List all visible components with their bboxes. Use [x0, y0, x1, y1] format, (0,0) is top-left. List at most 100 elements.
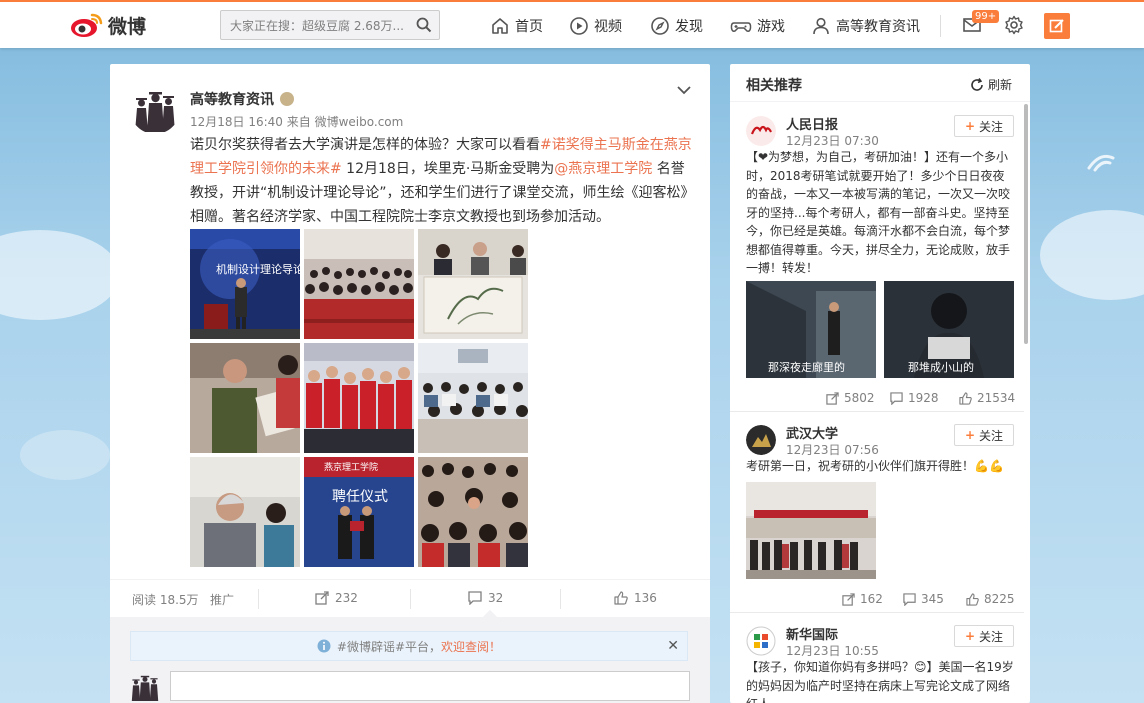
gear-icon	[1005, 15, 1023, 35]
nav-video[interactable]: 视频	[569, 14, 622, 38]
recommendation-name[interactable]: 新华国际	[786, 624, 838, 643]
chevron-down-icon[interactable]	[676, 82, 692, 98]
repost-button[interactable]: 232	[315, 591, 358, 605]
recommendation-avatar[interactable]	[746, 116, 776, 146]
recommendation-name[interactable]: 人民日报	[786, 114, 838, 133]
repost-button[interactable]: 5802	[826, 391, 875, 405]
mention-link[interactable]: @燕京理工学院	[554, 161, 652, 177]
close-icon[interactable]: ✕	[667, 638, 679, 654]
repost-count: 232	[335, 591, 358, 605]
recommendation-stats: 5802 1928 21534	[730, 384, 1024, 414]
logo-text: 微博	[108, 15, 147, 38]
repost-icon	[842, 592, 855, 606]
action-divider	[258, 589, 259, 609]
comment-icon	[468, 591, 482, 605]
comment-count: 1928	[908, 391, 939, 405]
painting-gift-photo	[418, 229, 528, 339]
recommendation-item: 人民日报 12月23日 07:30 + 关注 【❤为梦想，为自己，考研加油！】还有…	[730, 104, 1024, 410]
follow-label: 关注	[979, 629, 1004, 644]
search-box[interactable]: 大家正在搜：超级豆腐 2.68万...	[220, 10, 440, 40]
sidebar-scrollbar[interactable]	[1024, 104, 1028, 344]
follow-button[interactable]: + 关注	[954, 115, 1014, 137]
post-photo[interactable]: 燕京理工学院 聘任仪式	[304, 457, 414, 567]
post-photo[interactable]	[418, 229, 528, 339]
comment-button[interactable]: 345	[903, 592, 944, 606]
comment-input[interactable]	[170, 671, 690, 701]
compose-button[interactable]	[1044, 13, 1070, 39]
settings-button[interactable]	[1004, 15, 1024, 38]
comment-button[interactable]: 1928	[890, 391, 939, 405]
photo-grid: 机制设计理论导论 燕京理工学院 聘任仪式	[190, 229, 530, 569]
notice-topic-text: #微博辟谣#平台，	[336, 639, 442, 654]
xinhua-intl-logo-icon	[746, 626, 776, 656]
post-photo[interactable]	[304, 343, 414, 453]
follow-button[interactable]: + 关注	[954, 625, 1014, 647]
auditorium-audience-photo	[304, 229, 414, 339]
nav-discover[interactable]: 发现	[650, 14, 703, 38]
comment-button[interactable]: 32	[468, 591, 503, 605]
like-button[interactable]: 8225	[966, 592, 1015, 606]
weibo-logo[interactable]: 微博	[70, 10, 146, 40]
follow-label: 关注	[979, 428, 1004, 443]
sidebar-header: 相关推荐 刷新	[730, 64, 1030, 102]
recommendation-avatar[interactable]	[746, 425, 776, 455]
video-icon	[570, 17, 588, 35]
post-author[interactable]: 高等教育资讯	[190, 89, 294, 109]
recommendation-photo[interactable]: 那深夜走廊里的	[746, 281, 876, 378]
home-icon	[492, 18, 508, 34]
user-icon	[813, 17, 829, 35]
author-avatar[interactable]	[130, 84, 180, 134]
recommendation-stats: 162 345 8225	[730, 585, 1024, 615]
ceremony-school-name-text: 燕京理工学院	[324, 461, 378, 473]
like-button[interactable]: 136	[614, 591, 657, 605]
verified-badge-icon	[280, 92, 294, 106]
post-photo[interactable]	[418, 343, 528, 453]
compass-icon	[651, 17, 669, 35]
nav-profile-label: 高等教育资讯	[836, 19, 920, 35]
post-source[interactable]: 微博weibo.com	[315, 115, 404, 129]
refresh-button[interactable]: 刷新	[970, 76, 1012, 93]
like-button[interactable]: 21534	[959, 391, 1015, 405]
recommendation-time[interactable]: 12月23日 07:56	[786, 441, 879, 458]
post-meta: 12月18日 16:40 来自 微博weibo.com	[190, 113, 403, 130]
comment-panel: #微博辟谣#平台， 欢迎查阅！ ✕	[110, 617, 710, 703]
nav-home[interactable]: 首页	[490, 14, 543, 38]
background-cloud	[0, 230, 120, 320]
nav-profile[interactable]: 高等教育资讯	[811, 14, 920, 38]
recommendation-photo[interactable]	[746, 482, 876, 579]
post-photo[interactable]	[418, 457, 528, 567]
repost-button[interactable]: 162	[842, 592, 883, 606]
search-input[interactable]: 大家正在搜：超级豆腐 2.68万...	[230, 17, 409, 34]
weibo-post-card: 高等教育资讯 12月18日 16:40 来自 微博weibo.com 诺贝尔奖获…	[110, 64, 710, 625]
recommendation-time[interactable]: 12月23日 10:55	[786, 642, 879, 659]
recommendation-divider	[730, 612, 1024, 613]
post-author-name[interactable]: 高等教育资讯	[190, 89, 274, 109]
whu-logo-icon	[746, 425, 776, 455]
follow-button[interactable]: + 关注	[954, 424, 1014, 446]
post-photo[interactable]: 机制设计理论导论	[190, 229, 300, 339]
promote-link[interactable]: 推广	[210, 591, 234, 608]
stage-banner-text: 机制设计理论导论	[216, 262, 300, 276]
recommendation-photo[interactable]: 那堆成小山的	[884, 281, 1014, 378]
recommendation-time[interactable]: 12月23日 07:30	[786, 132, 879, 149]
nav-games-label: 游戏	[757, 19, 785, 35]
photo-caption-text: 那堆成小山的	[908, 360, 974, 374]
recommendation-avatar[interactable]	[746, 626, 776, 656]
notice-link[interactable]: 欢迎查阅！	[441, 638, 501, 655]
peoples-daily-logo-icon	[746, 116, 776, 146]
post-photo[interactable]	[190, 457, 300, 567]
exam-hall-queue-photo	[746, 482, 876, 579]
nav-games[interactable]: 游戏	[730, 14, 785, 38]
classroom-photo	[418, 343, 528, 453]
recommendation-name[interactable]: 武汉大学	[786, 423, 838, 442]
repost-icon	[826, 391, 839, 405]
top-navigation-bar: 微博 大家正在搜：超级豆腐 2.68万... 首页 视频 发现 游戏 高等教育资…	[0, 0, 1144, 48]
search-icon[interactable]	[409, 11, 439, 39]
post-photo[interactable]	[304, 229, 414, 339]
post-photo[interactable]	[190, 343, 300, 453]
students-audience-photo	[418, 457, 528, 567]
background-cloud	[1040, 210, 1144, 300]
comment-icon	[890, 391, 903, 405]
post-time[interactable]: 12月18日 16:40	[190, 115, 283, 129]
nav-divider	[940, 15, 941, 37]
